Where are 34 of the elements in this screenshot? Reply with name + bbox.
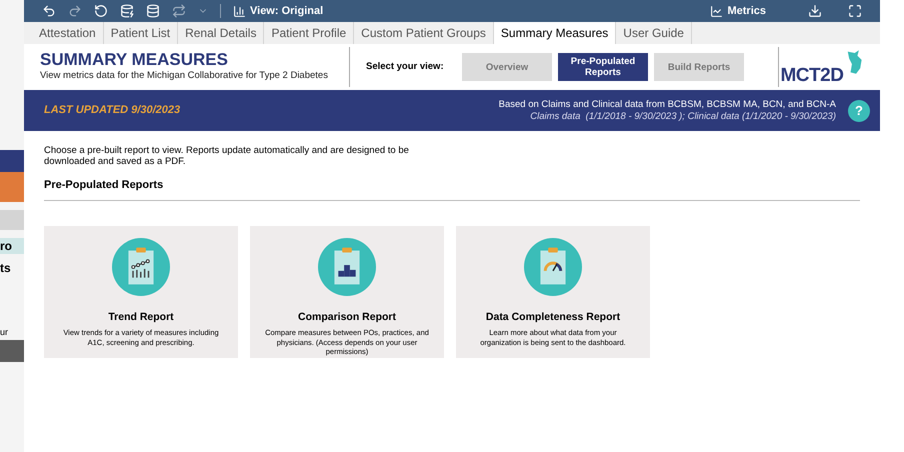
view-button[interactable]: View: Original — [233, 2, 324, 20]
text-fragment: ur — [0, 326, 10, 338]
fullscreen-icon[interactable] — [848, 4, 862, 18]
select-view-label: Select your view: — [366, 60, 445, 74]
text-fragment: ro — [0, 238, 24, 254]
date-range-text: Claims data (1/1/2018 - 9/30/2023 ); Clinical data (1/1/2020 - 9/30/2023) — [530, 110, 836, 122]
panel-strip — [0, 210, 24, 230]
report-title: Trend Report — [108, 310, 174, 324]
database-icon[interactable] — [146, 4, 160, 18]
banner-strip — [0, 150, 24, 172]
report-title: Data Completeness Report — [486, 310, 620, 324]
view-option-button[interactable]: Pre-Populated Reports — [558, 53, 648, 81]
button-strip — [0, 340, 24, 362]
alert-strip — [0, 172, 24, 202]
section-heading: Pre-Populated Reports — [44, 177, 860, 200]
chart-icon — [233, 4, 246, 18]
clipboard-icon — [524, 238, 582, 296]
page-subtitle: View metrics data for the Michigan Collaborative for Type 2 Diabetes — [40, 69, 329, 84]
download-icon[interactable] — [808, 4, 822, 18]
refresh-data-icon[interactable] — [120, 4, 134, 18]
metrics-button[interactable]: Metrics — [710, 2, 766, 20]
logo-text: MCT2D — [780, 65, 844, 87]
text-fragment: ts — [0, 260, 12, 276]
chart-icon — [710, 4, 724, 18]
clipboard-icon — [318, 238, 376, 296]
data-source-text: Based on Claims and Clinical data from BCBSM, BCBSM MA, BCN, and BCN-A — [498, 98, 836, 110]
undo-icon[interactable] — [42, 4, 56, 18]
revert-icon[interactable] — [94, 4, 108, 18]
page-title: SUMMARY MEASURES — [40, 50, 229, 70]
report-title: Comparison Report — [298, 310, 396, 324]
tab[interactable]: Summary Measures — [494, 22, 616, 44]
last-updated-label: LAST UPDATED 9/30/2023 — [44, 103, 180, 118]
clipboard-icon — [112, 238, 170, 296]
intro-text: Choose a pre-built report to view. Reports update automatically and are designed to be downloaded and saved as a PDF. — [44, 145, 410, 167]
